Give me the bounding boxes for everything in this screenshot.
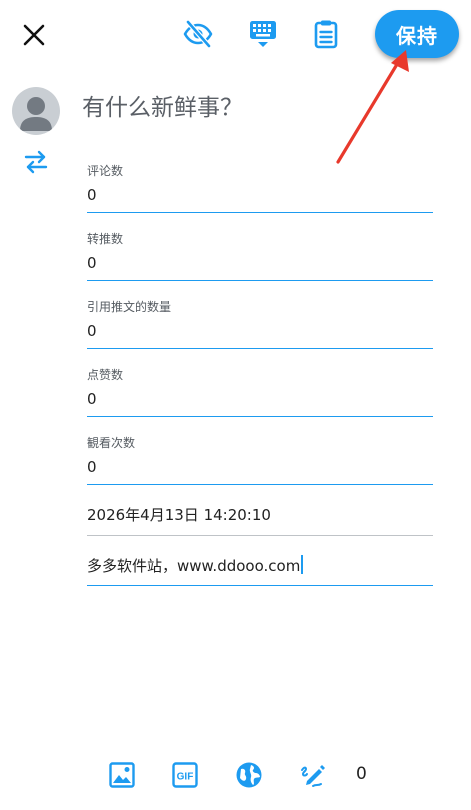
clipboard-button[interactable] — [306, 14, 346, 54]
location-globe-button[interactable] — [234, 760, 264, 790]
default-avatar-icon — [20, 97, 52, 131]
field-label: 観看次数 — [87, 436, 136, 450]
field-quotes[interactable]: 引用推文的数量 0 — [87, 299, 433, 350]
field-value[interactable]: 0 — [87, 457, 433, 477]
switch-account-button[interactable] — [20, 146, 52, 178]
field-underline — [87, 212, 433, 213]
globe-icon — [236, 762, 262, 788]
field-value[interactable]: 0 — [87, 185, 433, 205]
keyboard-button[interactable] — [243, 14, 283, 54]
datetime-value[interactable]: 2026年4月13日 14:20:10 — [87, 505, 433, 525]
save-button[interactable]: 保持 — [375, 10, 459, 58]
add-gif-button[interactable]: GIF — [170, 760, 200, 790]
field-label: 点赞数 — [87, 368, 124, 382]
field-underline — [87, 484, 433, 485]
field-underline — [87, 416, 433, 417]
field-value[interactable]: 0 — [87, 389, 433, 409]
field-label: 引用推文的数量 — [87, 300, 172, 314]
field-label: 评论数 — [87, 164, 124, 178]
field-label: 转推数 — [87, 232, 124, 246]
field-underline — [87, 280, 433, 281]
avatar[interactable] — [12, 87, 60, 135]
close-button[interactable] — [17, 18, 51, 52]
switch-arrows-icon — [24, 150, 48, 174]
eye-off-icon — [183, 20, 213, 48]
text-field[interactable]: 多多软件站，www.ddooo.com — [87, 555, 433, 587]
edit-button[interactable] — [298, 760, 328, 790]
image-icon — [109, 762, 135, 788]
datetime-field[interactable]: 2026年4月13日 14:20:10 — [87, 505, 433, 537]
text-cursor — [301, 555, 304, 574]
svg-text:GIF: GIF — [177, 772, 194, 783]
field-retweets[interactable]: 转推数 0 — [87, 231, 433, 282]
field-value[interactable]: 0 — [87, 253, 433, 273]
field-value[interactable]: 0 — [87, 321, 433, 341]
field-likes[interactable]: 点赞数 0 — [87, 367, 433, 418]
field-underline — [87, 585, 433, 586]
annotation-arrow — [336, 50, 409, 164]
clipboard-icon — [314, 20, 338, 49]
add-image-button[interactable] — [107, 760, 137, 790]
compose-input[interactable]: 有什么新鲜事？ — [82, 88, 243, 122]
text-field-value: 多多软件站，www.ddooo.com — [87, 557, 301, 575]
field-underline — [87, 348, 433, 349]
close-icon — [23, 24, 45, 46]
edit-icon — [301, 765, 325, 787]
gif-icon: GIF — [172, 762, 198, 788]
field-underline — [87, 535, 433, 536]
hide-eye-button[interactable] — [178, 14, 218, 54]
field-comments[interactable]: 评论数 0 — [87, 163, 433, 214]
keyboard-icon — [250, 21, 276, 47]
character-count: 0 — [356, 764, 367, 784]
field-views[interactable]: 観看次数 0 — [87, 435, 433, 486]
text-field-wrapper[interactable]: 多多软件站，www.ddooo.com — [87, 555, 433, 576]
